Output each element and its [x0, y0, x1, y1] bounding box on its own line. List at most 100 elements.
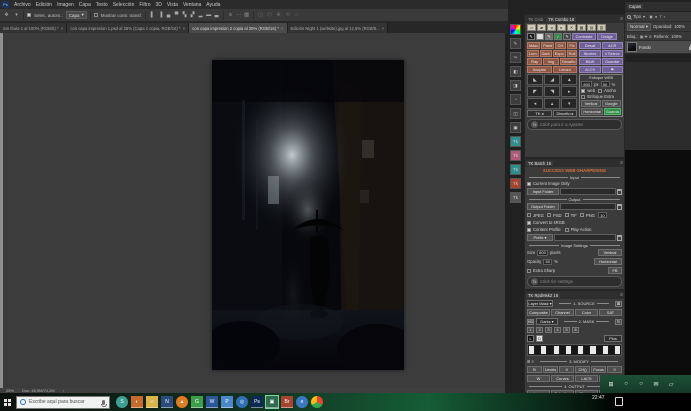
d-button[interactable]: D — [536, 335, 543, 342]
enfoque-extra-checkbox[interactable] — [581, 95, 585, 99]
horizontal-button[interactable]: Horizontal — [581, 108, 603, 115]
combo-action-button[interactable]: Img — [543, 58, 558, 65]
tray-icon[interactable]: ○ — [622, 380, 630, 388]
play-action-checkbox[interactable] — [565, 228, 569, 232]
tab-tk-batch[interactable]: TK Batch 16 — [526, 161, 553, 166]
blend-mode-dropdown[interactable]: Normal ▾ — [627, 23, 651, 31]
combo-toolbar-icon[interactable]: ▰ — [537, 24, 546, 31]
web-amount-value[interactable]: 50 — [601, 81, 610, 87]
guarda-button[interactable]: Guarda — [604, 108, 621, 115]
menu-item[interactable]: Imagen — [57, 2, 74, 8]
zone-key[interactable] — [560, 346, 565, 354]
taskbar-app-icon[interactable]: S — [116, 396, 128, 408]
lights-level-button[interactable]: 3 — [545, 327, 552, 333]
combo-action-button[interactable]: Tamaño — [560, 58, 578, 65]
taskbar-app-icon[interactable]: ◐ — [131, 396, 143, 408]
web-size-value[interactable]: 800 — [581, 81, 592, 87]
current-image-checkbox[interactable] — [527, 182, 531, 186]
refresh-mask-button[interactable]: ↻ — [615, 319, 622, 325]
taskbar-app-icon[interactable]: e — [296, 396, 308, 408]
align-icon[interactable]: ▚ — [181, 12, 188, 18]
zone-key[interactable] — [578, 346, 583, 354]
combo-action-button[interactable]: Paint — [541, 42, 554, 49]
web-checkbox[interactable] — [581, 89, 585, 93]
zone-key[interactable] — [529, 346, 534, 354]
fill-value[interactable]: 100% — [671, 34, 682, 39]
distribute-icon[interactable]: ≡ — [227, 12, 234, 18]
combo-action-button[interactable]: Ray — [527, 58, 542, 65]
filter-kind-icon[interactable]: ▪ — [664, 14, 665, 19]
tk-settings-search[interactable]: Tk Click para ir a Ajustes — [527, 119, 622, 130]
align-icon[interactable]: ▌ — [149, 12, 156, 18]
modify-button[interactable]: Levels — [543, 366, 558, 373]
taskbar-app-icon[interactable]: Br — [281, 396, 293, 408]
brush-chip-icon[interactable]: ✎ — [527, 33, 535, 40]
move-tool-icon[interactable]: ✥ — [3, 12, 10, 18]
combo-action-button[interactable]: Lum — [527, 50, 539, 57]
zone-key[interactable] — [590, 346, 595, 354]
action-center-icon[interactable] — [615, 397, 623, 406]
align-icon[interactable]: ▬ — [205, 12, 212, 18]
tk-module-icon[interactable]: ✎ — [510, 38, 521, 49]
tk-module-icon[interactable]: ◔ — [510, 94, 521, 105]
modify-button[interactable]: Curves — [551, 375, 574, 382]
document-tab[interactable]: Edición Night 1 (website).jpg al 12,5% (… — [288, 23, 389, 33]
menu-item[interactable]: Ayuda — [206, 2, 220, 8]
suffix-field[interactable] — [554, 234, 616, 241]
tk-module-icon[interactable] — [510, 24, 521, 35]
menu-item[interactable]: Texto — [96, 2, 108, 8]
menu-item[interactable]: Capa — [79, 2, 91, 8]
menu-item[interactable]: 3D — [156, 2, 162, 8]
mask-preview-button[interactable]: ◤ — [527, 86, 543, 97]
tab-capas[interactable]: Capas — [627, 4, 643, 9]
layer-mask-dropdown[interactable]: Layer Mask ▾ — [527, 300, 553, 307]
zone-key[interactable] — [572, 346, 577, 354]
tk-back-button[interactable]: TK ◂ — [527, 110, 552, 117]
lights-level-button[interactable]: 6 — [572, 327, 579, 333]
tab-tk-combo[interactable]: TK Combo 16 — [546, 17, 576, 22]
autoselect-target-dropdown[interactable]: Capa▾ — [66, 11, 87, 19]
zone-key[interactable] — [566, 346, 571, 354]
combo-toolbar-icon[interactable]: ✕ — [567, 24, 576, 31]
tray-icon[interactable]: ○ — [637, 380, 645, 388]
modify-button[interactable]: W — [527, 375, 550, 382]
zone-key[interactable] — [547, 346, 552, 354]
close-tab-icon[interactable]: × — [61, 26, 64, 31]
zone-key[interactable] — [535, 346, 540, 354]
tray-icon[interactable]: ⊞ — [607, 380, 615, 388]
format-checkbox[interactable] — [547, 213, 551, 217]
mask-preview-button[interactable]: ◢ — [544, 74, 560, 85]
filter-type-label[interactable]: Tipo — [633, 14, 641, 19]
document-tab[interactable]: con capa impresion 1.psd al 25% (Capa 1 … — [67, 23, 189, 33]
menu-item[interactable]: Archivo — [14, 2, 31, 8]
mask-preview-button[interactable]: ▾ — [561, 98, 577, 109]
combo-toolbar-icon[interactable]: ▱ — [527, 24, 536, 31]
mask-preview-button[interactable]: ◂ — [527, 98, 543, 109]
align-icon[interactable]: ▞ — [189, 12, 196, 18]
start-button[interactable] — [0, 393, 14, 411]
layer-row-background[interactable]: Fondo — [625, 41, 691, 54]
tab-tk-rapidmask[interactable]: TK RpdMsk2 16 — [526, 293, 560, 298]
taskbar-app-icon[interactable]: G — [191, 396, 203, 408]
tk-module-icon[interactable]: Tk — [510, 178, 521, 189]
hd-button[interactable]: HD — [527, 319, 534, 325]
combo-action-button[interactable]: Lienzo — [553, 66, 578, 73]
tray-icon[interactable]: ▱ — [667, 380, 675, 388]
output-folder-field[interactable] — [560, 203, 616, 210]
input-folder-button[interactable]: Input Folder — [527, 188, 559, 195]
output-folder-button[interactable]: Output Folder — [527, 203, 559, 210]
contrast-button[interactable]: Contraste — [572, 33, 596, 40]
microphone-icon[interactable] — [102, 400, 105, 405]
combo-action-button[interactable]: Expo — [553, 50, 566, 57]
modify-button[interactable]: 0 — [607, 366, 622, 373]
taskbar-app-icon[interactable]: Ps — [251, 396, 263, 408]
modify-icons[interactable]: ⊞ ≡ — [527, 359, 534, 364]
tk-module-icon[interactable]: Tk — [510, 164, 521, 175]
combo-purple-button[interactable]: Niveles — [579, 50, 600, 57]
brush-chip-icon[interactable]: ✎ — [545, 33, 553, 40]
source-type-button[interactable]: Channel — [551, 309, 574, 316]
l-button[interactable]: L — [527, 335, 534, 342]
align-icon[interactable]: ▀ — [173, 12, 180, 18]
fb-button[interactable]: FB — [608, 267, 622, 274]
combo-action-button[interactable]: Dark — [540, 50, 552, 57]
